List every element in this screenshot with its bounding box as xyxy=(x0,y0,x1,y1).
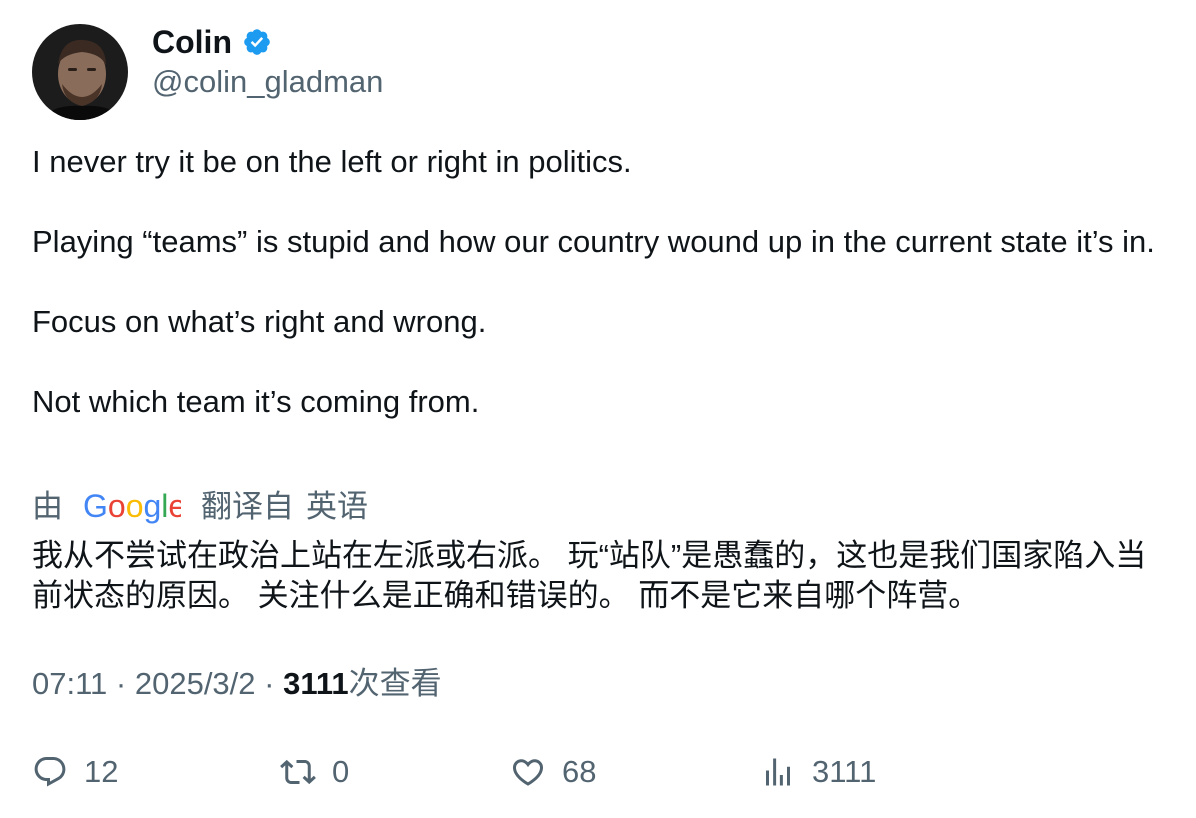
translated-text: 我从不尝试在政治上站在左派或右派。 玩“站队”是愚蠢的，这也是我们国家陷入当前状… xyxy=(32,538,1147,613)
views-count: 3111 xyxy=(283,666,349,701)
reply-count: 12 xyxy=(84,754,119,789)
tweet-paragraph: Playing “teams” is stupid and how our co… xyxy=(32,224,1155,259)
tweet-paragraph: Not which team it’s coming from. xyxy=(32,384,480,419)
like-button[interactable]: 68 xyxy=(510,748,596,796)
tweet-time[interactable]: 07:11 xyxy=(32,666,107,701)
meta-separator: · xyxy=(115,666,127,701)
translated-from-label[interactable]: 翻译自 xyxy=(201,486,294,528)
translation-attribution: 由 Google 翻译自 英语 xyxy=(32,486,368,528)
retweet-button[interactable]: 0 xyxy=(280,748,349,796)
retweet-count: 0 xyxy=(332,754,350,789)
verified-badge-icon[interactable] xyxy=(242,27,272,57)
author-name-row: Colin xyxy=(152,22,272,62)
action-bar: 12 0 68 3111 xyxy=(32,748,1172,796)
heart-icon xyxy=(510,754,546,790)
author-display-name[interactable]: Colin xyxy=(152,22,232,62)
meta-separator: · xyxy=(264,666,275,701)
bar-chart-icon xyxy=(760,754,796,790)
views-action-count: 3111 xyxy=(812,754,877,789)
tweet-text: I never try it be on the left or right i… xyxy=(32,142,1172,422)
retweet-arrows-icon xyxy=(280,754,316,790)
avatar-image xyxy=(32,24,128,120)
reply-button[interactable]: 12 xyxy=(32,748,118,796)
tweet-meta: 07:11 · 2025/3/2 · 3111次查看 xyxy=(32,664,442,704)
google-logo[interactable]: Google xyxy=(83,487,186,527)
speech-bubble-icon xyxy=(32,754,68,790)
author-handle[interactable]: @colin_gladman xyxy=(152,62,383,102)
views-label: 次查看 xyxy=(348,666,442,701)
source-language[interactable]: 英语 xyxy=(306,486,368,528)
avatar[interactable] xyxy=(32,24,128,120)
views-button[interactable]: 3111 xyxy=(760,748,876,796)
tweet-paragraph: I never try it be on the left or right i… xyxy=(32,144,632,179)
tweet-date[interactable]: 2025/3/2 xyxy=(135,666,256,701)
tweet-paragraph: Focus on what’s right and wrong. xyxy=(32,304,487,339)
like-count: 68 xyxy=(562,754,597,789)
translated-by-label: 由 xyxy=(32,489,63,524)
svg-text:Google: Google xyxy=(83,488,181,524)
